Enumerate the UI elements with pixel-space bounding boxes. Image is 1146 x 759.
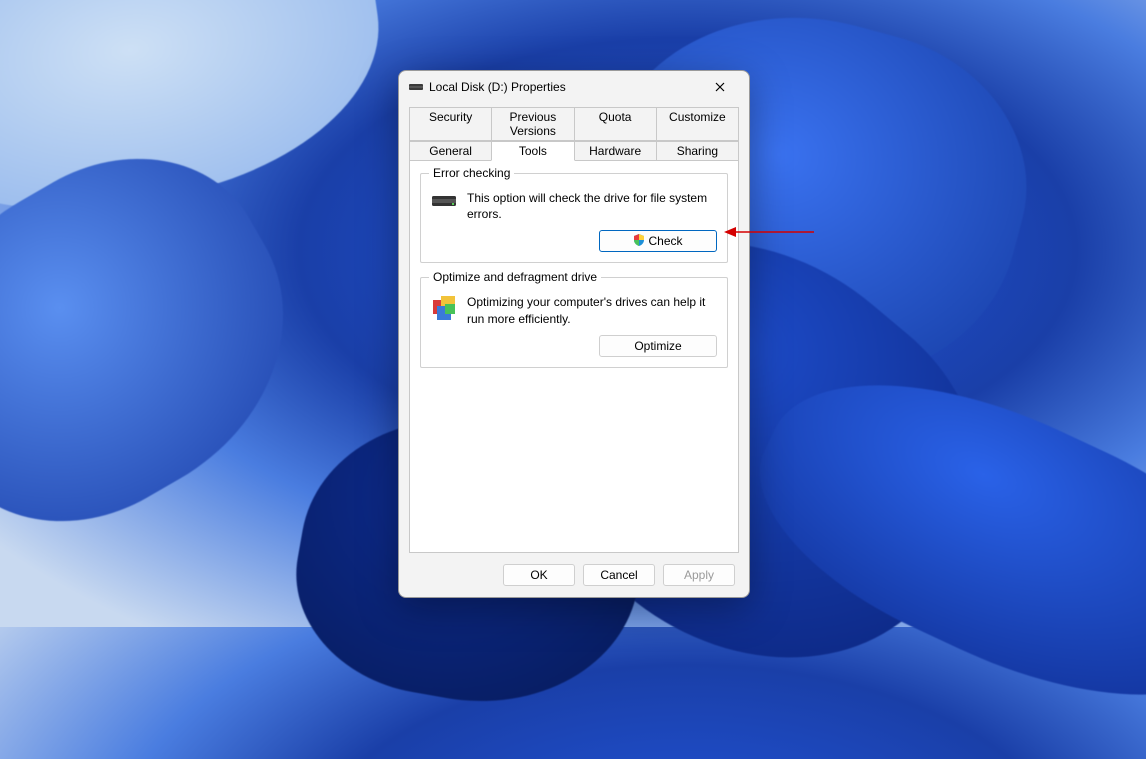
ok-button[interactable]: OK	[503, 564, 575, 586]
close-button[interactable]	[701, 73, 739, 101]
tab-previous-versions[interactable]: Previous Versions	[491, 107, 574, 141]
tab-tools[interactable]: Tools	[491, 141, 574, 161]
optimize-description: Optimizing your computer's drives can he…	[467, 294, 717, 326]
check-button-label: Check	[648, 234, 682, 248]
apply-button[interactable]: Apply	[663, 564, 735, 586]
error-checking-description: This option will check the drive for fil…	[467, 190, 717, 222]
titlebar[interactable]: Local Disk (D:) Properties	[399, 71, 749, 103]
apply-label: Apply	[684, 568, 714, 582]
group-legend: Error checking	[429, 166, 514, 180]
optimize-button-label: Optimize	[634, 339, 681, 353]
check-button[interactable]: Check	[599, 230, 717, 252]
optimize-button[interactable]: Optimize	[599, 335, 717, 357]
cancel-button[interactable]: Cancel	[583, 564, 655, 586]
group-error-checking: Error checking This option will check th…	[420, 173, 728, 263]
tab-customize[interactable]: Customize	[656, 107, 739, 141]
tab-security[interactable]: Security	[409, 107, 492, 141]
uac-shield-icon	[633, 234, 645, 249]
tab-panel-tools: Error checking This option will check th…	[409, 160, 739, 553]
cancel-label: Cancel	[600, 568, 637, 582]
ok-label: OK	[530, 568, 547, 582]
drive-icon	[409, 82, 423, 92]
tab-strip: Security Previous Versions Quota Customi…	[409, 107, 739, 161]
dialog-footer: OK Cancel Apply	[399, 553, 749, 597]
tab-general[interactable]: General	[409, 141, 492, 161]
properties-dialog: Local Disk (D:) Properties Security Prev…	[398, 70, 750, 598]
drive-check-icon	[431, 190, 459, 218]
tab-quota[interactable]: Quota	[574, 107, 657, 141]
window-title: Local Disk (D:) Properties	[429, 80, 701, 94]
tab-hardware[interactable]: Hardware	[574, 141, 657, 161]
defrag-icon	[431, 294, 459, 322]
group-legend: Optimize and defragment drive	[429, 270, 601, 284]
group-optimize: Optimize and defragment drive Optimizing…	[420, 277, 728, 367]
tab-sharing[interactable]: Sharing	[656, 141, 739, 161]
